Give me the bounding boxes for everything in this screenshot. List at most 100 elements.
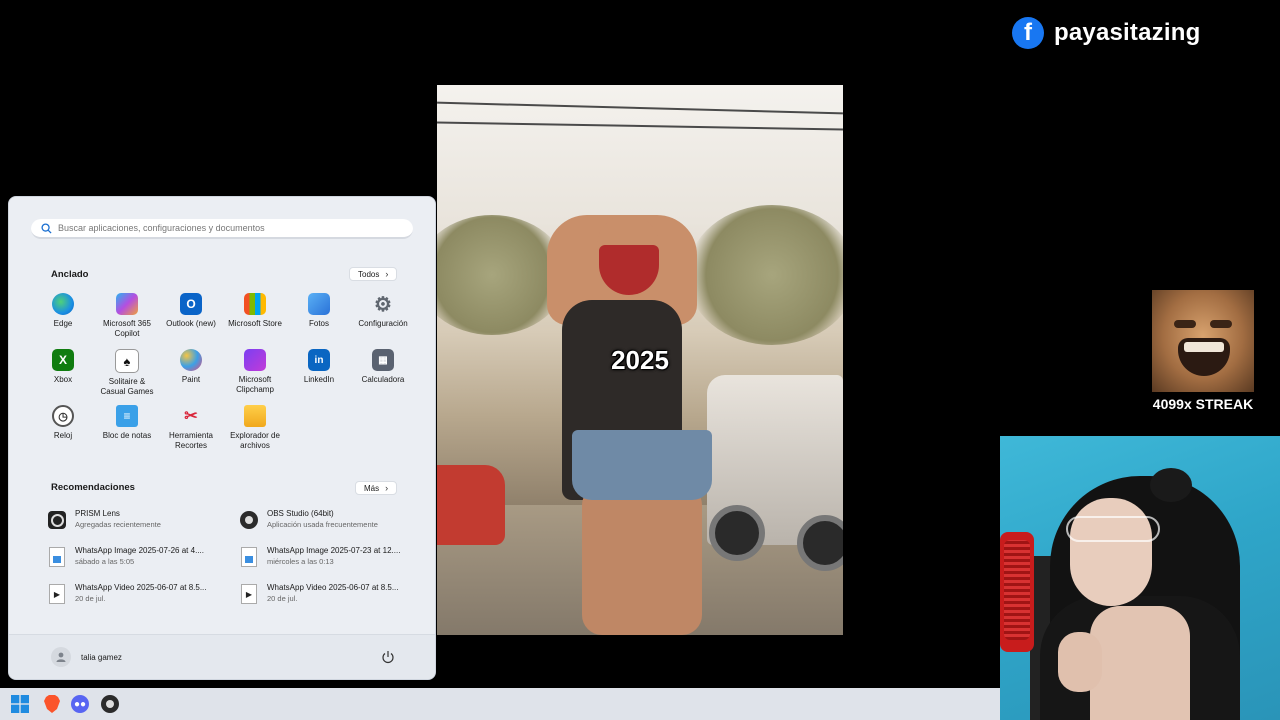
streak-label: 4099x STREAK [1152,396,1254,412]
streak-meme-image [1152,290,1254,392]
linkedin-icon: in [308,349,330,371]
streamer-neck [1090,606,1190,720]
recommendation-name: PRISM Lens [75,509,120,518]
calculator-icon: ▦ [372,349,394,371]
recommendation-subtitle: miércoles a las 0:13 [267,557,334,566]
photos-icon [308,293,330,315]
chevron-right-icon: › [385,269,389,279]
pinned-app-clipchamp[interactable]: Microsoft Clipchamp [223,349,287,405]
pinned-apps-grid: Edge Microsoft 365 Copilot O Outlook (ne… [31,293,415,461]
facebook-badge: f payasitazing [1012,16,1200,50]
brave-logo [44,695,60,713]
pinned-app-xbox[interactable]: X Xbox [31,349,95,405]
pinned-app-outlook[interactable]: O Outlook (new) [159,293,223,349]
pinned-app-edge[interactable]: Edge [31,293,95,349]
all-apps-label: Todos [358,269,380,279]
app-label: Outlook (new) [166,319,216,328]
tree [687,205,843,345]
recommendation-subtitle: Aplicación usada frecuentemente [267,520,378,529]
pinned-app-photos[interactable]: Fotos [287,293,351,349]
recommendation-subtitle: 20 de jul. [267,594,298,603]
user-icon [56,652,66,662]
start-menu-footer: talia gamez [9,634,435,679]
app-label: Configuración [358,319,408,328]
discord-logo: ●● [71,695,89,713]
recommendation-subtitle: 20 de jul. [75,594,106,603]
recommendation-item[interactable]: PRISM Lens Agregadas recientemente [47,509,239,546]
prism-lens-icon [47,509,67,531]
recommendation-subtitle: Agregadas recientemente [75,520,161,529]
pinned-app-paint[interactable]: Paint [159,349,223,405]
start-search-box[interactable] [31,219,413,239]
more-button[interactable]: Más › [355,481,398,495]
pinned-app-settings[interactable]: ⚙ Configuración [351,293,415,349]
app-label: Xbox [53,375,73,384]
pinned-app-calculator[interactable]: ▦ Calculadora [351,349,415,405]
pinned-app-solitaire[interactable]: ♠ Solitaire & Casual Games [95,349,159,405]
obs-taskbar-icon[interactable] [100,694,120,714]
app-label: Calculadora [361,375,405,384]
streamer-glasses [1066,516,1160,542]
streamer-hair-bow [1150,468,1192,502]
meme-eye [1174,320,1196,328]
recommendation-item[interactable]: WhatsApp Image 2025-07-26 at 4.... sábado… [47,546,239,583]
app-label: LinkedIn [303,375,335,384]
store-icon [244,293,266,315]
recommendation-name: WhatsApp Image 2025-07-26 at 4.... [75,546,204,555]
recommendation-item[interactable]: OBS Studio (64bit) Aplicación usada frecu… [239,509,417,546]
video-file-icon: ▶ [239,583,259,605]
recommendation-name: WhatsApp Video 2025-06-07 at 8.5... [267,583,399,592]
image-file-icon [239,546,259,568]
app-label: Explorador de archivos [230,431,280,450]
app-label: Bloc de notas [102,431,152,440]
app-label: Fotos [308,319,329,328]
red-car [437,465,505,545]
app-label: Edge [53,319,73,328]
pinned-app-notepad[interactable]: ≡ Bloc de notas [95,405,159,461]
recommendation-name: OBS Studio (64bit) [267,509,334,518]
pinned-app-m365-copilot[interactable]: Microsoft 365 Copilot [95,293,159,349]
power-line [437,101,843,115]
pinned-app-clock[interactable]: ◷ Reloj [31,405,95,461]
discord-icon[interactable]: ●● [70,694,90,714]
brave-icon[interactable] [42,694,62,714]
pinned-app-file-explorer[interactable]: Explorador de archivos [223,405,287,461]
obs-logo [101,695,119,713]
recommendation-name: WhatsApp Image 2025-07-23 at 12.... [267,546,401,555]
snipping-tool-icon: ✂ [184,408,198,425]
user-name: talia gamez [81,652,122,662]
clipchamp-icon [244,349,266,371]
recommendation-item[interactable]: ▶ WhatsApp Video 2025-06-07 at 8.5... 20 … [239,583,417,620]
start-menu: Anclado Todos › Edge Microsoft 365 Copil… [8,196,436,680]
search-input[interactable] [58,223,388,233]
truck-wheel [709,505,765,561]
pinned-section-title: Anclado [51,269,89,280]
pinned-app-snipping-tool[interactable]: ✂ Herramienta Recortes [159,405,223,461]
notepad-icon: ≡ [116,405,138,427]
pinned-app-linkedin[interactable]: in LinkedIn [287,349,351,405]
more-label: Más [364,483,380,493]
app-label: Microsoft 365 Copilot [102,319,152,338]
recommendation-subtitle: sábado a las 5:05 [75,557,135,566]
recommendation-item[interactable]: ▶ WhatsApp Video 2025-06-07 at 8.5... 20 … [47,583,239,620]
obs-icon [239,509,259,531]
pinned-app-store[interactable]: Microsoft Store [223,293,287,349]
xbox-icon: X [52,349,74,371]
taskbar: ●● [0,688,1000,720]
streamer-hand [1058,632,1102,692]
recommendation-item[interactable]: WhatsApp Image 2025-07-23 at 12.... miérc… [239,546,417,583]
facebook-icon: f [1012,17,1044,49]
solitaire-icon: ♠ [115,349,139,373]
m365-copilot-icon [116,293,138,315]
settings-gear-icon: ⚙ [374,293,392,316]
search-icon [41,222,52,234]
windows-start-icon[interactable] [10,694,30,714]
meme-teeth [1184,342,1224,352]
clock-icon: ◷ [52,405,74,427]
app-label: Microsoft Clipchamp [236,375,274,394]
power-icon[interactable] [381,650,395,664]
all-apps-button[interactable]: Todos › [349,267,398,281]
app-label: Herramienta Recortes [168,431,213,450]
app-label: Solitaire & Casual Games [100,377,154,396]
user-account-button[interactable]: talia gamez [51,647,122,667]
